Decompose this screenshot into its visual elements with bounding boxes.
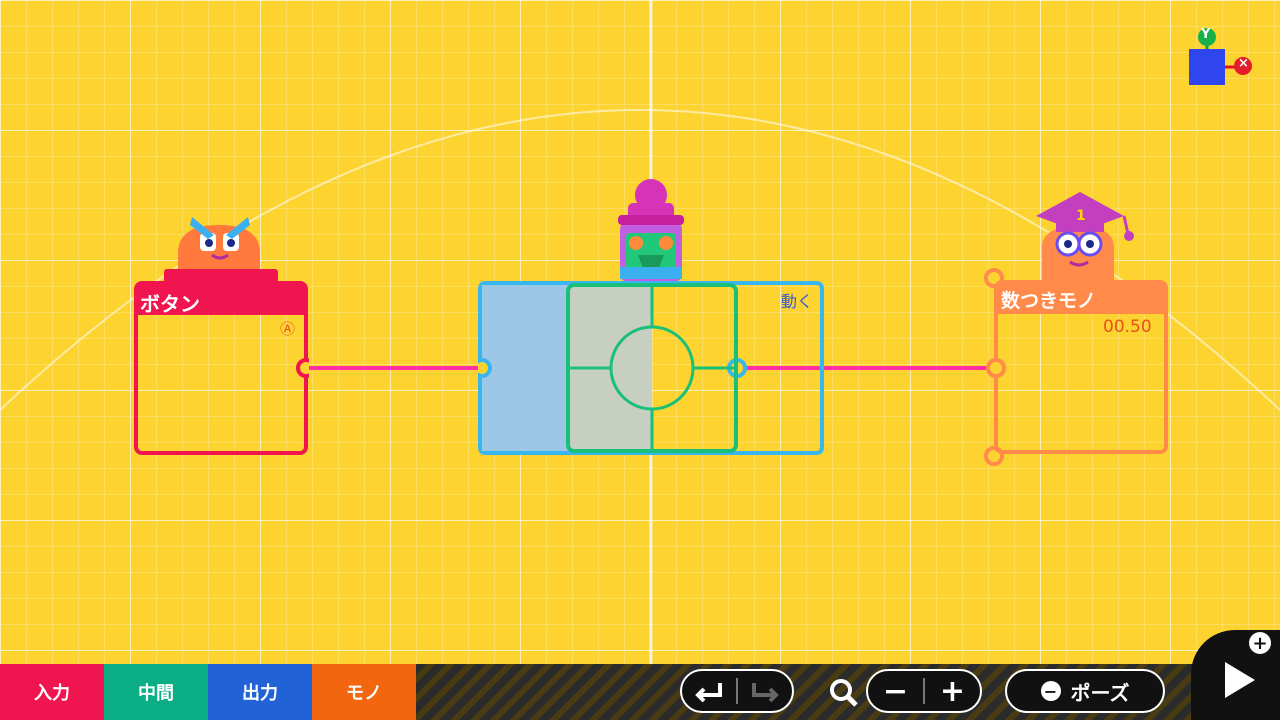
redo-icon [752, 683, 779, 703]
pause-button[interactable]: − ポーズ [1005, 669, 1165, 713]
play-icon [1225, 662, 1255, 698]
tab-objects[interactable]: モノ [312, 664, 416, 720]
zoom-icon [830, 679, 858, 707]
tab-middle[interactable]: 中間 [104, 664, 208, 720]
x-axis-label: × [1238, 56, 1249, 71]
tab-input[interactable]: 入力 [0, 664, 104, 720]
undo-redo-group [680, 669, 794, 713]
zoom-group: − + [866, 669, 982, 713]
a-button-icon: Ⓐ [280, 320, 296, 338]
zoom-in-button[interactable]: + [925, 671, 980, 711]
undo-button[interactable] [682, 671, 736, 711]
pause-label: ポーズ [1070, 680, 1130, 705]
axis-gizmo[interactable]: Y × [1186, 26, 1256, 88]
tab-output[interactable]: 出力 [208, 664, 312, 720]
undo-icon [695, 683, 722, 703]
zoom-out-button[interactable]: − [868, 671, 923, 711]
counter-value: 00.50 [1103, 317, 1152, 337]
minus-button-icon: − [1040, 681, 1061, 701]
move-node-label: 動く [781, 292, 814, 311]
counter-node-title: 数つきモノ [1001, 290, 1097, 312]
play-button[interactable]: + [1191, 630, 1280, 720]
y-axis-label: Y [1201, 27, 1211, 42]
redo-button[interactable] [738, 671, 792, 711]
counter-node[interactable]: 1 数つきモノ 00.50 [978, 186, 1170, 471]
svg-text:1: 1 [1076, 208, 1086, 224]
button-node[interactable]: ボタン Ⓐ [134, 205, 309, 455]
move-node[interactable]: 動く [478, 175, 824, 457]
plus-button-icon: + [1249, 632, 1271, 654]
button-node-title: ボタン [140, 292, 200, 316]
